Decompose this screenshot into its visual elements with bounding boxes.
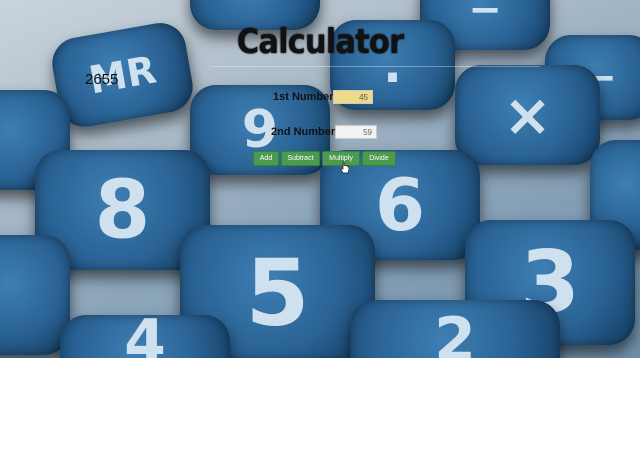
- divide-button[interactable]: Divide: [362, 151, 396, 166]
- key-two: 2: [350, 300, 560, 358]
- first-number-label: 1st Number:: [273, 91, 338, 103]
- first-number-input[interactable]: [333, 90, 373, 104]
- key-two-glyph: 2: [434, 305, 476, 358]
- key-multiply-glyph: ×: [503, 81, 552, 149]
- page-title: Calculator: [236, 22, 404, 62]
- result-display: 2655: [85, 71, 119, 88]
- hand-cursor-icon: [340, 161, 350, 174]
- key-four-glyph: 4: [124, 307, 166, 358]
- key-four: 4: [60, 307, 230, 358]
- add-button[interactable]: Add: [253, 151, 279, 166]
- key-multiply: ×: [455, 65, 600, 165]
- second-number-input[interactable]: [335, 125, 377, 139]
- second-number-label: 2nd Number:: [271, 126, 339, 138]
- title-divider: [210, 66, 540, 67]
- subtract-button[interactable]: Subtract: [281, 151, 320, 166]
